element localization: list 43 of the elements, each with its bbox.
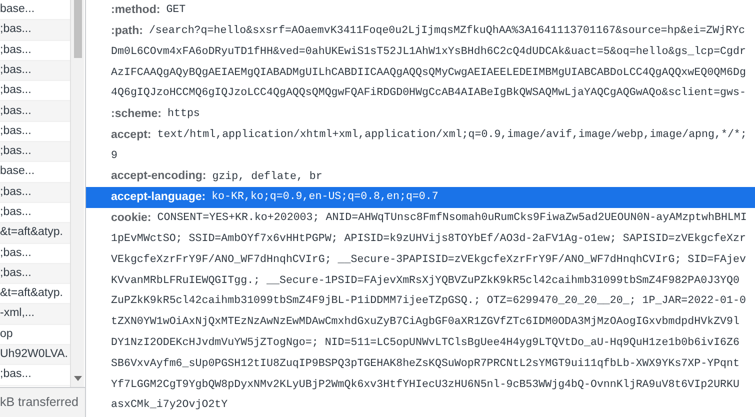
header-value: 4Q6gIQJzoHCCMQ6gIQJzoLCC4QgAQQsQMQgwFQAFiRDGD0HWgCcAB4AIABeIgBkQWSAQMwLjaYAQCgAQGwAQo&sclient=gws- [111, 86, 746, 102]
header-name: :method: [111, 2, 160, 18]
request-name[interactable]: base... [0, 1, 35, 18]
header-value: /search?q=hello&sxsrf=AOaemvK3411Foqe0u2LjIjmqsMZfkuQhAA%3A1641113701167&source=hp&ei=ZWjRYc [148, 24, 746, 40]
header-row[interactable]: accept-language: ko-KR,ko;q=0.9,en-US;q=0.8,en;q=0.7 [86, 187, 755, 208]
scroll-down-icon[interactable] [74, 376, 82, 381]
header-value: CONSENT=YES+KR.ko+202003; ANID=AHWqTUnsc8FmfNsomah0uRumCks9FiwaZw5ad2UEOUN0N-ayAMzptwhBHLMI [157, 211, 747, 226]
request-name[interactable]: ;bas... [0, 82, 32, 100]
header-value: KVvanMRbLFRuIEWQGITgg.; __Secure-1PSID=FAjevXmRsXjYQBVZuPZkK9kR5cl42caihmb31099tbSmZ4F982PA0J3YQ0 [111, 274, 740, 289]
header-value: AzIFCAAQgAQyBQgAEIAEMgQIABADMgUILhCABDIICAAQgAQQsQMyCwgAEIAEELEDEIMBMgUIABCABDoLCC4QgAQQxwEQ0QM6Dg [111, 66, 746, 81]
request-name[interactable]: ;bas... [0, 366, 32, 384]
request-name[interactable]: &t=aft&atyp. [0, 285, 63, 302]
header-value: ko-KR,ko;q=0.9,en-US;q=0.8,en;q=0.7 [212, 190, 438, 206]
scrollbar[interactable] [70, 0, 84, 387]
transfer-summary: kB transferred [0, 394, 79, 412]
request-name[interactable]: Uh92W0LVA. [0, 346, 68, 364]
header-name: cookie: [111, 210, 152, 226]
header-value: text/html,application/xhtml+xml,application/xml;q=0.9,image/avif,image/webp,image/apng,*/*; [157, 128, 747, 144]
header-value: GET [166, 3, 186, 18]
request-name[interactable]: ;bas... [0, 244, 32, 262]
header-value: Dm0L6COvm4xFA6oDRyuTD1fHH&ved=0ahUKEwiS1sT52JL1AhW1xYsBHdh6C2cQ4dUDCAk&uact=5&oq=hello&gs_lcp=Cgdr [111, 44, 746, 60]
header-value: tZXN0YW1wOiAxNjQxMTEzNzAwNzEwMDAwCmxhdGxuZyB7CiAgbGF0aXR1ZGVfZTc6IDM0ODA3MjMzOAogIGxvbmdpdHVkZV9l [111, 315, 740, 330]
header-value: 9 [111, 148, 118, 164]
header-name: accept-language: [111, 190, 206, 205]
header-value: DY1NzI2ODEKcHJvdmVuYW5jZTogNgo=; NID=511=LC5opUNWvLTClsBgUee4H4yg9LTQVtDo_aU-Hq9QuH1ze1b0b6ivI6Z6 [111, 336, 740, 352]
header-name: :path: [111, 24, 143, 39]
header-value: https [168, 107, 200, 122]
request-name[interactable]: ;bas... [0, 42, 32, 59]
header-name: accept: [111, 128, 152, 143]
header-value: ZuPZkK9kR5cl42caihmb31099tbSmZ4F9jBL-P1iDDMM7ijeeTZpGSQ.; OTZ=6299470_20_20__20_; 1P_JAR=2022-01-0 [111, 294, 746, 310]
header-value: Yf7LGGM2CgT9YgbQW8pDyxNMv2KLyUBjP2WmQk6xv3HtfYHIecU3zHU6N5nl-9cB53WWjg4bQ-OvnnKljRA9uV8t6VIp2URKU [111, 378, 740, 393]
request-name[interactable]: base... [0, 163, 35, 181]
header-value: asxCMk_i7y2OvjO2tY [111, 398, 228, 414]
request-name[interactable]: ;bas... [0, 122, 32, 140]
scrollbar-thumb[interactable] [74, 0, 82, 58]
request-name[interactable]: ;bas... [0, 204, 32, 222]
header-value: VEkgcfeXzrFrY9F/ANO_WF7dHnqhCVIrG; __Secure-3PAPISID=zVEkgcfeXzrFrY9F/ANO_WF7dHnqhCVIrG; SID=FAjev [111, 252, 746, 268]
header-value: gzip, deflate, br [212, 170, 322, 185]
header-name: accept-encoding: [111, 169, 206, 184]
header-value: 1pEvMWctSO; SSID=AmbOYf7x6vHHtPGPW; APISID=k9zUHVijs8TOYbEf/AO3d-2aFV1Ag-o1ew; SAPISID=zVEkgcfeXzr [111, 232, 746, 248]
header-name: :scheme: [111, 106, 162, 122]
request-name[interactable]: op [0, 326, 13, 344]
header-value: SB6VxvAyfm6_sUp0PGSH12tIU8ZuqIP9BSPQ3pTGEHAK8heZsKQSuWopR7PRCNtL2sYMGT9ui11qfbLb-XWX9YKs7XP-YPqnt [111, 356, 740, 372]
